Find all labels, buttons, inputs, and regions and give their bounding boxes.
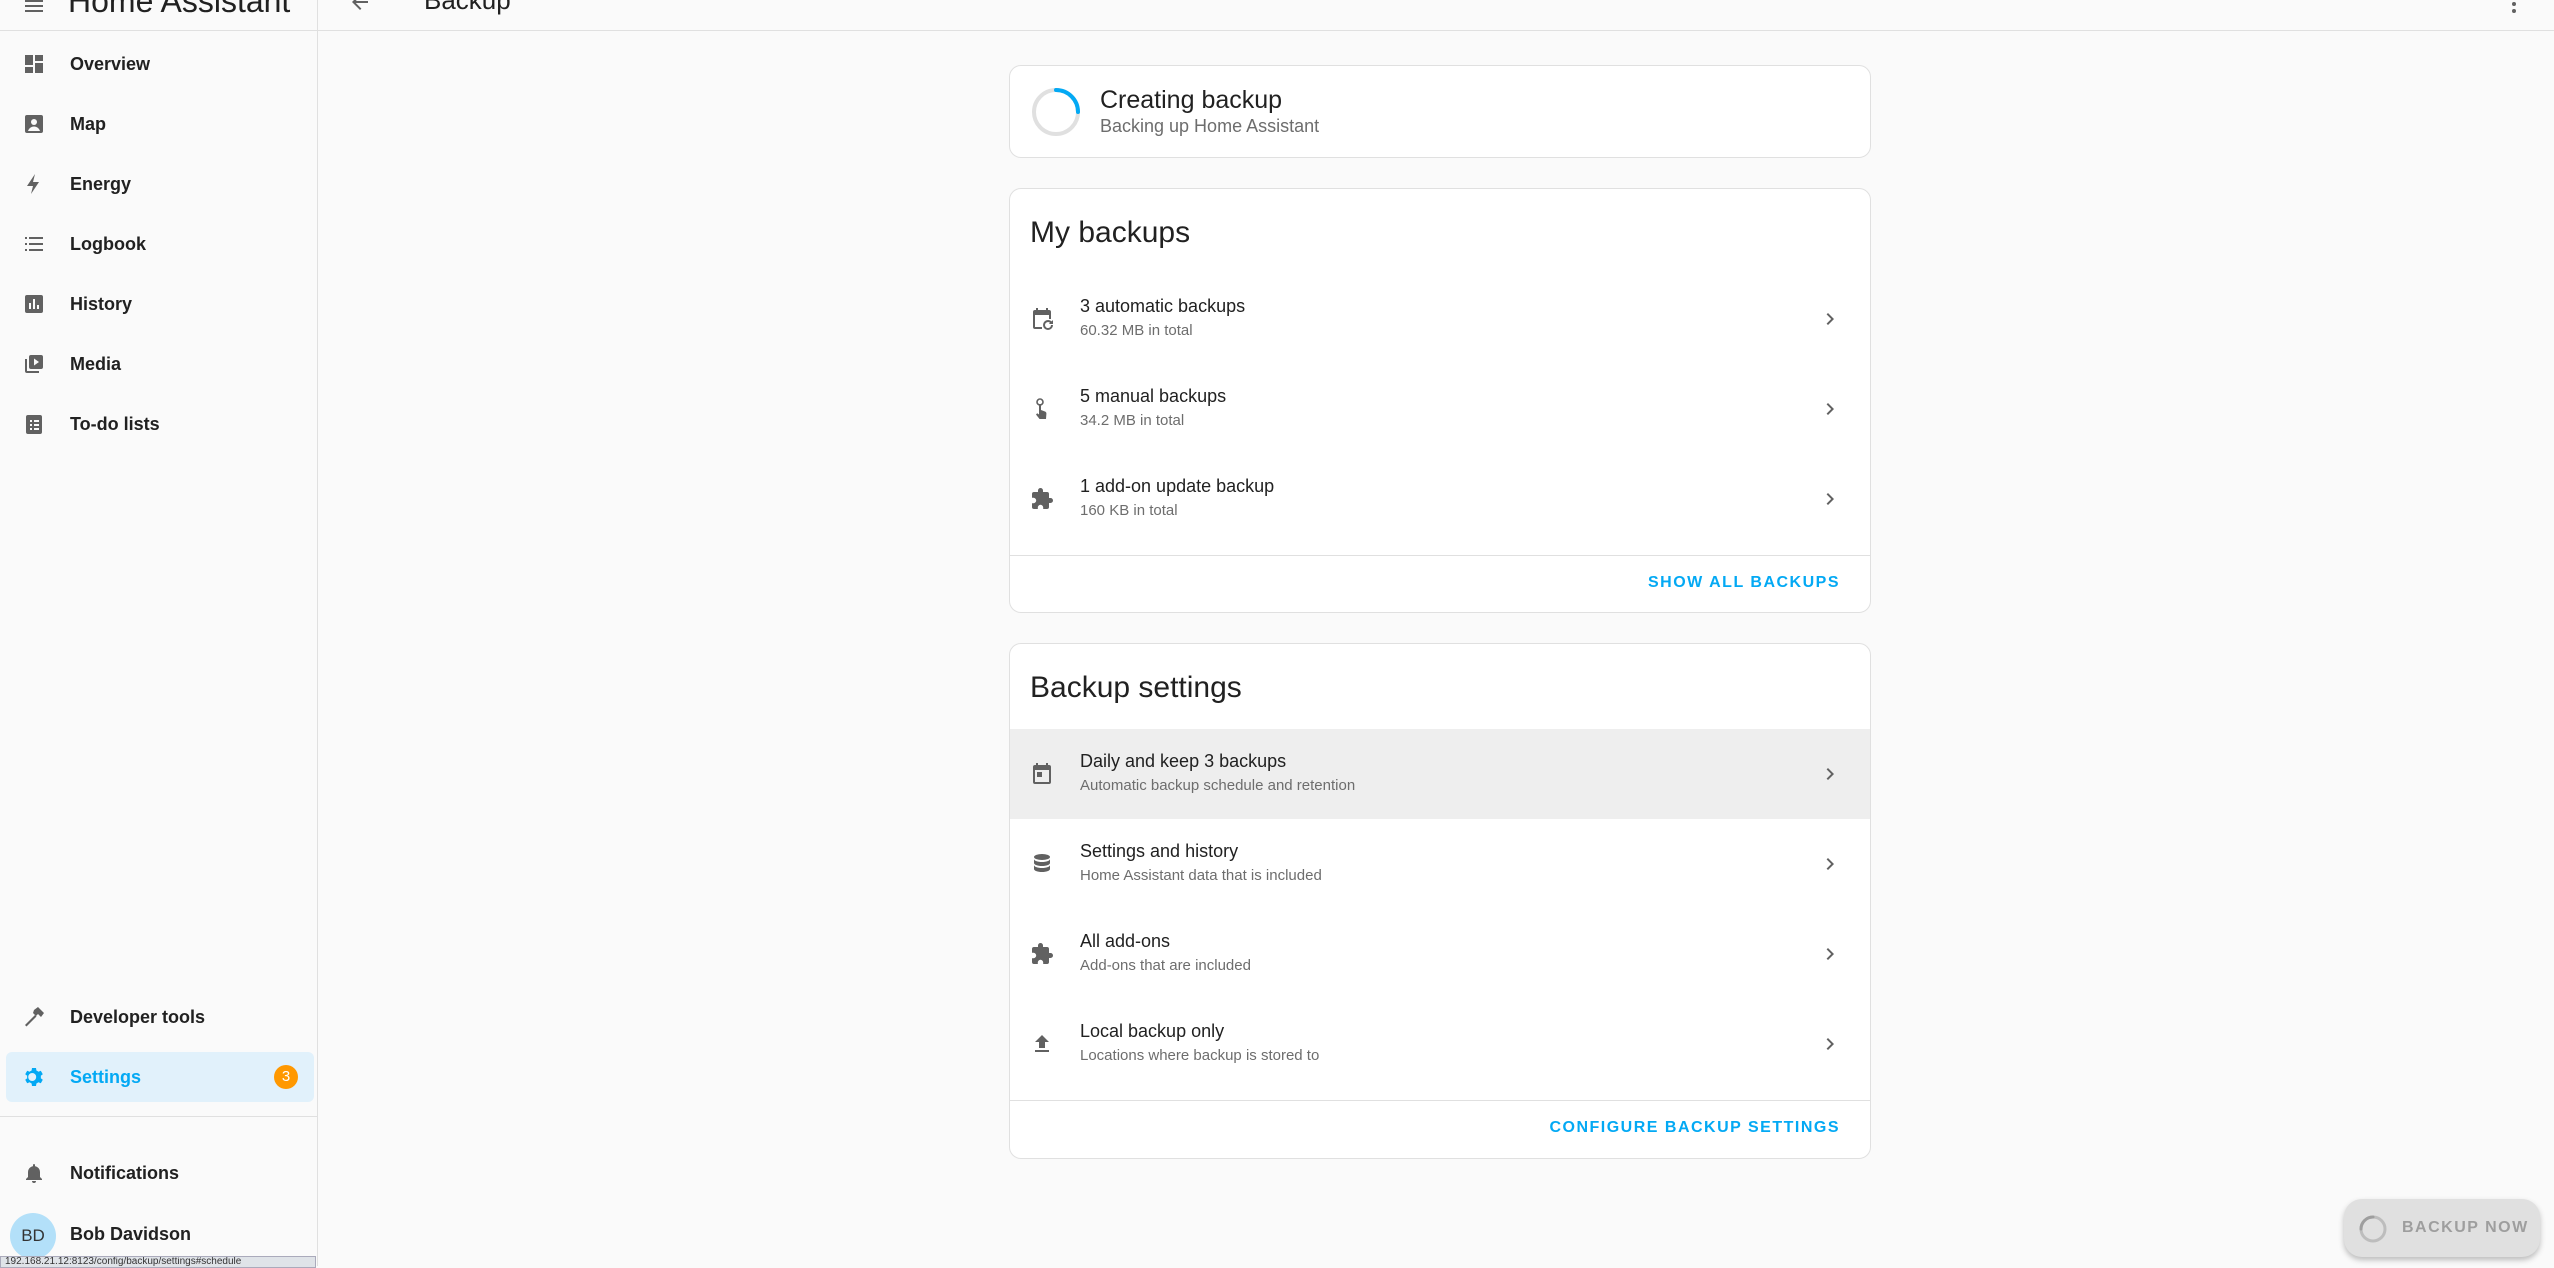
app-title: Home Assistant [68,0,291,19]
sidebar-divider [0,1116,318,1117]
format-list-bulleted-icon [22,232,46,256]
avatar[interactable]: BD [10,1213,56,1259]
show-all-backups-button[interactable]: SHOW ALL BACKUPS [1648,574,1840,592]
sidebar-item-logbook[interactable]: Logbook [6,219,314,269]
backup-now-button[interactable]: BACKUP NOW [2344,1199,2540,1257]
settings-row-locations[interactable]: Local backup only Locations where backup… [1010,999,1870,1089]
sidebar-item-label: Notifications [70,1162,180,1183]
hammer-icon [22,1005,46,1029]
row-secondary: Add-ons that are included [1080,957,1251,974]
backup-row-manual[interactable]: 5 manual backups 34.2 MB in total [1010,364,1870,454]
chevron-right-icon [1818,1032,1842,1056]
chevron-right-icon [1818,942,1842,966]
row-primary: 3 automatic backups [1080,296,1246,316]
progress-subtitle: Backing up Home Assistant [1100,116,1320,136]
user-name[interactable]: Bob Davidson [70,1224,191,1245]
sidebar-header: Home Assistant [0,0,318,31]
sidebar-item-energy[interactable]: Energy [6,159,314,209]
menu-icon[interactable] [22,0,46,18]
row-primary: Local backup only [1080,1021,1225,1041]
card-divider [1010,1100,1870,1101]
status-url: 192.168.21.12:8123/config/backup/setting… [0,1256,316,1268]
sidebar-item-media[interactable]: Media [6,339,314,389]
sidebar-item-notifications[interactable]: Notifications [6,1148,314,1198]
row-secondary: Locations where backup is stored to [1080,1047,1320,1064]
my-backups-card: My backups 3 automatic backups 60.32 MB … [1009,188,1871,613]
chevron-right-icon [1818,487,1842,511]
arrow-left-icon[interactable] [348,0,372,14]
sidebar-item-label: Logbook [70,233,146,254]
row-primary: All add-ons [1080,931,1171,951]
backup-row-automatic[interactable]: 3 automatic backups 60.32 MB in total [1010,274,1870,364]
card-title: Backup settings [1030,671,1242,704]
sidebar-item-label: To-do lists [70,413,160,434]
chart-box-icon [22,292,46,316]
settings-row-addons[interactable]: All add-ons Add-ons that are included [1010,909,1870,999]
progress-spinner-icon [2358,1214,2388,1244]
sidebar-item-label: Media [70,353,122,374]
calendar-sync-icon [1030,307,1054,331]
progress-title: Creating backup [1100,86,1283,114]
clipboard-list-icon [22,412,46,436]
database-icon [1030,852,1054,876]
row-secondary: Automatic backup schedule and retention [1080,777,1356,794]
chevron-right-icon [1818,307,1842,331]
sidebar-item-label: Energy [70,173,132,194]
sidebar-item-label: Map [70,113,106,134]
calendar-icon [1030,762,1054,786]
sidebar-item-developer-tools[interactable]: Developer tools [6,992,314,1042]
backup-now-label: BACKUP NOW [2402,1219,2529,1236]
sidebar-item-settings[interactable]: Settings 3 [6,1052,314,1102]
sidebar-item-history[interactable]: History [6,279,314,329]
progress-spinner-icon [1030,86,1082,138]
sidebar-item-map[interactable]: Map [6,99,314,149]
row-primary: Daily and keep 3 backups [1080,751,1287,771]
lightning-bolt-icon [22,172,46,196]
sidebar-item-label: Settings [70,1066,142,1087]
puzzle-icon [1030,487,1054,511]
sidebar-item-label: Overview [70,53,151,74]
chevron-right-icon [1818,397,1842,421]
chevron-right-icon [1818,762,1842,786]
page-title: Backup [424,0,511,15]
sidebar-item-label: Developer tools [70,1006,206,1027]
configure-backup-settings-button[interactable]: CONFIGURE BACKUP SETTINGS [1549,1119,1840,1137]
row-primary: 1 add-on update backup [1080,476,1275,496]
view-dashboard-icon [22,52,46,76]
dots-vertical-icon[interactable] [2502,0,2526,16]
row-secondary: 60.32 MB in total [1080,322,1193,339]
backup-row-addon-update[interactable]: 1 add-on update backup 160 KB in total [1010,454,1870,544]
puzzle-icon [1030,942,1054,966]
play-box-multiple-icon [22,352,46,376]
card-title: My backups [1030,216,1191,249]
notification-badge: 3 [274,1065,298,1089]
sidebar-item-overview[interactable]: Overview [6,39,314,89]
card-divider [1010,555,1870,556]
cog-icon [22,1065,46,1089]
row-secondary: 160 KB in total [1080,502,1178,519]
backup-progress-card: Creating backup Backing up Home Assistan… [1009,65,1871,158]
row-primary: Settings and history [1080,841,1239,861]
top-bar: Backup [318,0,2554,31]
settings-row-schedule[interactable]: Daily and keep 3 backups Automatic backu… [1010,729,1870,819]
chevron-right-icon [1818,852,1842,876]
row-secondary: Home Assistant data that is included [1080,867,1322,884]
sidebar-item-label: History [70,293,133,314]
sidebar: Home Assistant Overview Map Energy Logbo… [0,0,318,1268]
row-primary: 5 manual backups [1080,386,1227,406]
gesture-tap-icon [1030,397,1054,421]
bell-icon [22,1161,46,1185]
row-secondary: 34.2 MB in total [1080,412,1185,429]
settings-row-data[interactable]: Settings and history Home Assistant data… [1010,819,1870,909]
upload-icon [1030,1032,1054,1056]
account-box-icon [22,112,46,136]
backup-settings-card: Backup settings Daily and keep 3 backups… [1009,643,1871,1159]
sidebar-item-todo-lists[interactable]: To-do lists [6,399,314,449]
